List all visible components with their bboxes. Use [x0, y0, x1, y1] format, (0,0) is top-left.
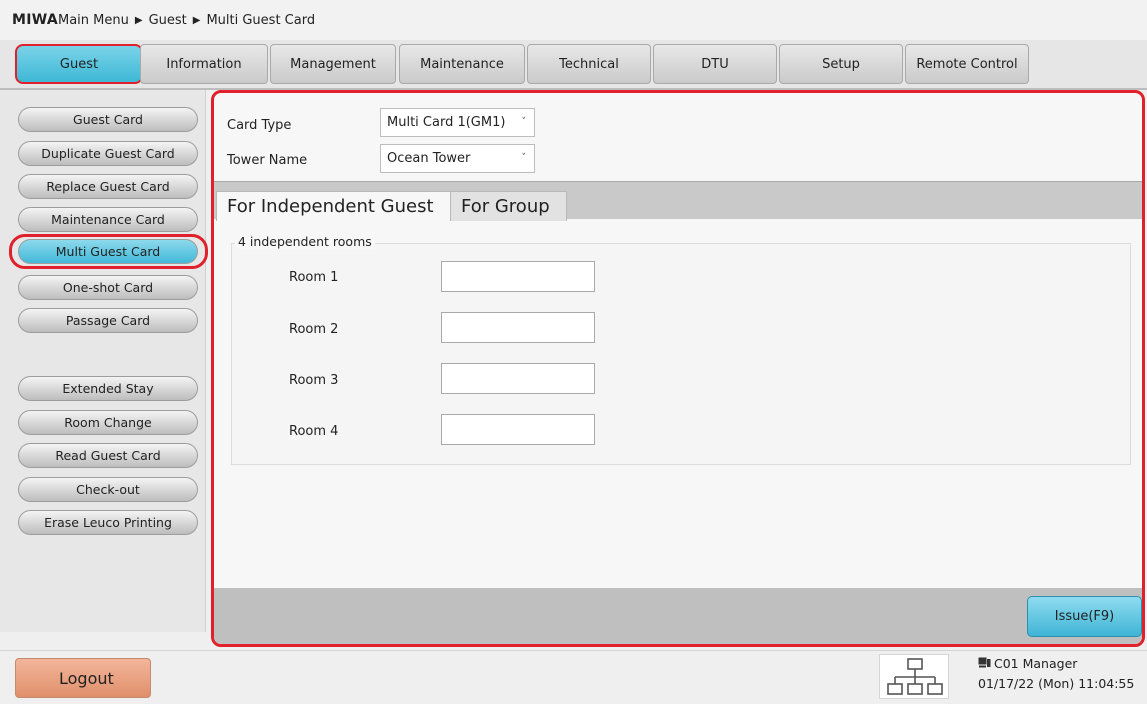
chevron-down-icon: ˅ — [521, 153, 527, 163]
tab-dtu[interactable]: DTU — [653, 44, 777, 84]
chevron-down-icon: ˅ — [521, 117, 527, 127]
tower-name-label: Tower Name — [227, 153, 308, 168]
sidebar-item-guest-card[interactable]: Guest Card — [18, 107, 198, 132]
sidebar-item-duplicate-guest-card[interactable]: Duplicate Guest Card — [18, 141, 198, 166]
tab-setup[interactable]: Setup — [779, 44, 903, 84]
card-type-select[interactable]: Multi Card 1(GM1) ˅ — [380, 108, 535, 137]
tower-name-value: Ocean Tower — [387, 151, 471, 166]
tab-information[interactable]: Information — [140, 44, 268, 84]
triangle-right-icon: ▶ — [134, 15, 143, 26]
sidebar-item-one-shot-card[interactable]: One-shot Card — [18, 275, 198, 300]
status-datetime: 01/17/22 (Mon) 11:04:55 — [978, 676, 1135, 691]
issue-button[interactable]: Issue(F9) — [1027, 596, 1142, 637]
breadcrumb-main-menu[interactable]: Main Menu — [58, 13, 129, 28]
sidebar-item-passage-card[interactable]: Passage Card — [18, 308, 198, 333]
tab-technical[interactable]: Technical — [527, 44, 651, 84]
tab-for-group[interactable]: For Group — [450, 191, 567, 221]
rooms-group-title: 4 independent rooms — [235, 234, 375, 249]
sidebar-item-replace-guest-card[interactable]: Replace Guest Card — [18, 174, 198, 199]
rooms-group-box — [231, 243, 1131, 465]
status-bar: Logout C01 Manager 01/17/22 (Mon) 11:04:… — [0, 650, 1147, 699]
sidebar-item-maintenance-card[interactable]: Maintenance Card — [18, 207, 198, 232]
tab-maintenance[interactable]: Maintenance — [399, 44, 525, 84]
breadcrumb-guest[interactable]: Guest — [149, 13, 187, 28]
triangle-right-icon: ▶ — [192, 15, 201, 26]
status-user: C01 Manager — [978, 656, 1077, 671]
room-3-input[interactable] — [441, 363, 595, 394]
main-panel: Card Type Multi Card 1(GM1) ˅ Tower Name… — [211, 90, 1145, 647]
action-bar — [214, 588, 1142, 644]
brand-logo: MIWA — [12, 12, 58, 28]
tab-for-independent-guest[interactable]: For Independent Guest — [216, 191, 452, 221]
sidebar-item-read-guest-card[interactable]: Read Guest Card — [18, 443, 198, 468]
sidebar-item-erase-leuco-printing[interactable]: Erase Leuco Printing — [18, 510, 198, 535]
status-user-name: C01 Manager — [994, 656, 1078, 671]
top-bar: MIWA Main Menu ▶ Guest ▶ Multi Guest Car… — [0, 0, 1147, 40]
guest-type-tabstrip: For Independent Guest For Group — [214, 181, 1142, 221]
breadcrumb: Main Menu ▶ Guest ▶ Multi Guest Card — [58, 13, 315, 28]
main-menu-tabs: Guest Information Management Maintenance… — [0, 40, 1147, 90]
card-type-value: Multi Card 1(GM1) — [387, 115, 506, 130]
network-icon[interactable] — [879, 654, 949, 699]
tab-management[interactable]: Management — [270, 44, 396, 84]
room-4-input[interactable] — [441, 414, 595, 445]
breadcrumb-current: Multi Guest Card — [206, 13, 316, 28]
room-2-input[interactable] — [441, 312, 595, 343]
sidebar: Guest Card Duplicate Guest Card Replace … — [0, 90, 208, 632]
room-1-input[interactable] — [441, 261, 595, 292]
logout-button[interactable]: Logout — [15, 658, 151, 698]
tab-guest[interactable]: Guest — [15, 44, 143, 84]
card-type-label: Card Type — [227, 118, 292, 133]
sidebar-item-check-out[interactable]: Check-out — [18, 477, 198, 502]
tower-name-select[interactable]: Ocean Tower ˅ — [380, 144, 535, 173]
sidebar-item-multi-guest-card[interactable]: Multi Guest Card — [18, 239, 198, 264]
tab-remote-control[interactable]: Remote Control — [905, 44, 1029, 84]
room-4-label: Room 4 — [289, 424, 339, 439]
terminal-icon — [978, 656, 991, 671]
room-3-label: Room 3 — [289, 373, 339, 388]
room-2-label: Room 2 — [289, 322, 339, 337]
sidebar-item-room-change[interactable]: Room Change — [18, 410, 198, 435]
sidebar-item-extended-stay[interactable]: Extended Stay — [18, 376, 198, 401]
room-1-label: Room 1 — [289, 270, 339, 285]
